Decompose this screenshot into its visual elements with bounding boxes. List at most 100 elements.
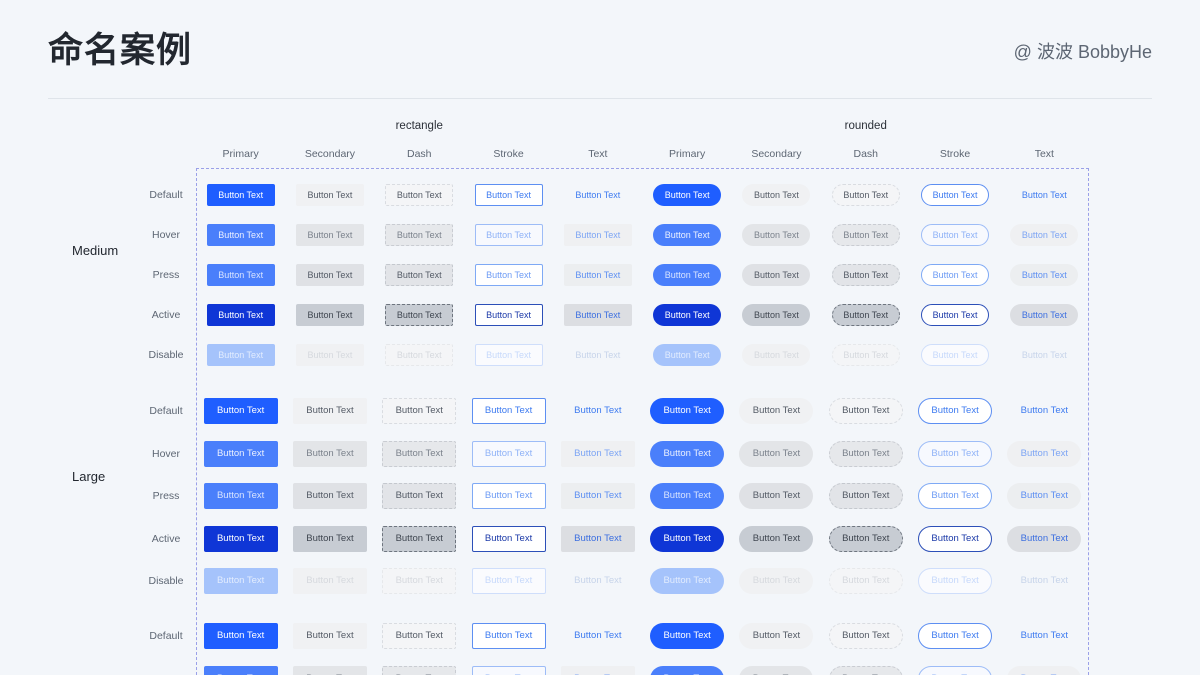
button-rect-dash-default-medium[interactable]: Button Text (385, 184, 453, 206)
button-round-text-hover-large[interactable]: Button Text (1007, 441, 1081, 467)
button-round-dash-disable-medium[interactable]: Button Text (832, 344, 900, 366)
button-round-secondary-active-medium[interactable]: Button Text (742, 304, 810, 326)
button-rect-stroke-active-large[interactable]: Button Text (472, 526, 546, 552)
button-round-text-press-medium[interactable]: Button Text (1010, 264, 1078, 286)
button-rect-primary-disable-large[interactable]: Button Text (204, 568, 278, 594)
button-round-primary-press-large[interactable]: Button Text (650, 483, 724, 509)
button-round-text-hover-large[interactable]: Button Text (1007, 666, 1081, 675)
button-rect-secondary-press-large[interactable]: Button Text (293, 483, 367, 509)
button-rect-dash-disable-medium[interactable]: Button Text (385, 344, 453, 366)
button-rect-dash-disable-large[interactable]: Button Text (382, 568, 456, 594)
button-rect-stroke-hover-large[interactable]: Button Text (472, 441, 546, 467)
button-round-dash-hover-large[interactable]: Button Text (829, 441, 903, 467)
button-rect-secondary-hover-large[interactable]: Button Text (293, 441, 367, 467)
button-round-dash-default-large[interactable]: Button Text (829, 398, 903, 424)
button-round-primary-hover-large[interactable]: Button Text (650, 441, 724, 467)
button-rect-dash-press-large[interactable]: Button Text (382, 483, 456, 509)
button-round-primary-default-large[interactable]: Button Text (650, 398, 724, 424)
button-rect-stroke-default-medium[interactable]: Button Text (475, 184, 543, 206)
button-round-stroke-press-large[interactable]: Button Text (918, 483, 992, 509)
button-round-primary-hover-large[interactable]: Button Text (650, 666, 724, 675)
button-round-stroke-active-large[interactable]: Button Text (918, 526, 992, 552)
button-round-primary-active-large[interactable]: Button Text (650, 526, 724, 552)
button-rect-secondary-disable-large[interactable]: Button Text (293, 568, 367, 594)
button-rect-dash-press-medium[interactable]: Button Text (385, 264, 453, 286)
button-rect-secondary-hover-large[interactable]: Button Text (293, 666, 367, 675)
button-rect-text-hover-large[interactable]: Button Text (561, 441, 635, 467)
button-rect-text-default-large[interactable]: Button Text (561, 623, 635, 649)
button-rect-stroke-disable-large[interactable]: Button Text (472, 568, 546, 594)
button-round-stroke-disable-large[interactable]: Button Text (918, 568, 992, 594)
button-round-text-default-large[interactable]: Button Text (1007, 398, 1081, 424)
button-round-dash-hover-medium[interactable]: Button Text (832, 224, 900, 246)
button-rect-text-disable-medium[interactable]: Button Text (564, 344, 632, 366)
button-round-text-active-medium[interactable]: Button Text (1010, 304, 1078, 326)
button-round-text-default-large[interactable]: Button Text (1007, 623, 1081, 649)
button-round-text-press-large[interactable]: Button Text (1007, 483, 1081, 509)
button-round-dash-default-large[interactable]: Button Text (829, 623, 903, 649)
button-rect-primary-hover-medium[interactable]: Button Text (207, 224, 275, 246)
button-rect-dash-active-medium[interactable]: Button Text (385, 304, 453, 326)
button-rect-text-disable-large[interactable]: Button Text (561, 568, 635, 594)
button-rect-text-press-medium[interactable]: Button Text (564, 264, 632, 286)
button-rect-stroke-disable-medium[interactable]: Button Text (475, 344, 543, 366)
button-rect-primary-hover-large[interactable]: Button Text (204, 666, 278, 675)
button-round-dash-active-medium[interactable]: Button Text (832, 304, 900, 326)
button-round-secondary-default-medium[interactable]: Button Text (742, 184, 810, 206)
button-round-stroke-default-large[interactable]: Button Text (918, 623, 992, 649)
button-round-primary-hover-medium[interactable]: Button Text (653, 224, 721, 246)
button-rect-secondary-disable-medium[interactable]: Button Text (296, 344, 364, 366)
button-rect-stroke-press-large[interactable]: Button Text (472, 483, 546, 509)
button-round-dash-press-medium[interactable]: Button Text (832, 264, 900, 286)
button-rect-secondary-default-medium[interactable]: Button Text (296, 184, 364, 206)
button-round-primary-default-large[interactable]: Button Text (650, 623, 724, 649)
button-rect-text-default-large[interactable]: Button Text (561, 398, 635, 424)
button-rect-stroke-default-large[interactable]: Button Text (472, 398, 546, 424)
button-round-secondary-hover-large[interactable]: Button Text (739, 441, 813, 467)
button-rect-dash-default-large[interactable]: Button Text (382, 398, 456, 424)
button-round-secondary-hover-medium[interactable]: Button Text (742, 224, 810, 246)
button-round-stroke-hover-medium[interactable]: Button Text (921, 224, 989, 246)
button-rect-secondary-active-medium[interactable]: Button Text (296, 304, 364, 326)
button-round-stroke-default-medium[interactable]: Button Text (921, 184, 989, 206)
button-round-stroke-active-medium[interactable]: Button Text (921, 304, 989, 326)
button-rect-stroke-default-large[interactable]: Button Text (472, 623, 546, 649)
button-round-secondary-hover-large[interactable]: Button Text (739, 666, 813, 675)
button-rect-stroke-active-medium[interactable]: Button Text (475, 304, 543, 326)
button-round-text-disable-medium[interactable]: Button Text (1010, 344, 1078, 366)
button-round-secondary-disable-medium[interactable]: Button Text (742, 344, 810, 366)
button-round-primary-default-medium[interactable]: Button Text (653, 184, 721, 206)
button-round-stroke-disable-medium[interactable]: Button Text (921, 344, 989, 366)
button-rect-dash-default-large[interactable]: Button Text (382, 623, 456, 649)
button-round-primary-press-medium[interactable]: Button Text (653, 264, 721, 286)
button-rect-primary-active-large[interactable]: Button Text (204, 526, 278, 552)
button-rect-primary-press-medium[interactable]: Button Text (207, 264, 275, 286)
button-round-stroke-press-medium[interactable]: Button Text (921, 264, 989, 286)
button-round-text-disable-large[interactable]: Button Text (1007, 568, 1081, 594)
button-rect-secondary-active-large[interactable]: Button Text (293, 526, 367, 552)
button-rect-text-hover-large[interactable]: Button Text (561, 666, 635, 675)
button-rect-stroke-hover-large[interactable]: Button Text (472, 666, 546, 675)
button-rect-primary-default-medium[interactable]: Button Text (207, 184, 275, 206)
button-round-text-hover-medium[interactable]: Button Text (1010, 224, 1078, 246)
button-round-secondary-press-large[interactable]: Button Text (739, 483, 813, 509)
button-rect-text-hover-medium[interactable]: Button Text (564, 224, 632, 246)
button-round-primary-active-medium[interactable]: Button Text (653, 304, 721, 326)
button-rect-stroke-hover-medium[interactable]: Button Text (475, 224, 543, 246)
button-round-dash-disable-large[interactable]: Button Text (829, 568, 903, 594)
button-rect-primary-default-large[interactable]: Button Text (204, 398, 278, 424)
button-round-stroke-hover-large[interactable]: Button Text (918, 441, 992, 467)
button-rect-text-default-medium[interactable]: Button Text (564, 184, 632, 206)
button-round-secondary-default-large[interactable]: Button Text (739, 623, 813, 649)
button-rect-secondary-default-large[interactable]: Button Text (293, 398, 367, 424)
button-round-dash-active-large[interactable]: Button Text (829, 526, 903, 552)
button-rect-dash-active-large[interactable]: Button Text (382, 526, 456, 552)
button-rect-secondary-default-large[interactable]: Button Text (293, 623, 367, 649)
button-round-secondary-press-medium[interactable]: Button Text (742, 264, 810, 286)
button-round-secondary-disable-large[interactable]: Button Text (739, 568, 813, 594)
button-rect-dash-hover-large[interactable]: Button Text (382, 441, 456, 467)
button-round-text-default-medium[interactable]: Button Text (1010, 184, 1078, 206)
button-round-dash-hover-large[interactable]: Button Text (829, 666, 903, 675)
button-round-dash-press-large[interactable]: Button Text (829, 483, 903, 509)
button-round-secondary-default-large[interactable]: Button Text (739, 398, 813, 424)
